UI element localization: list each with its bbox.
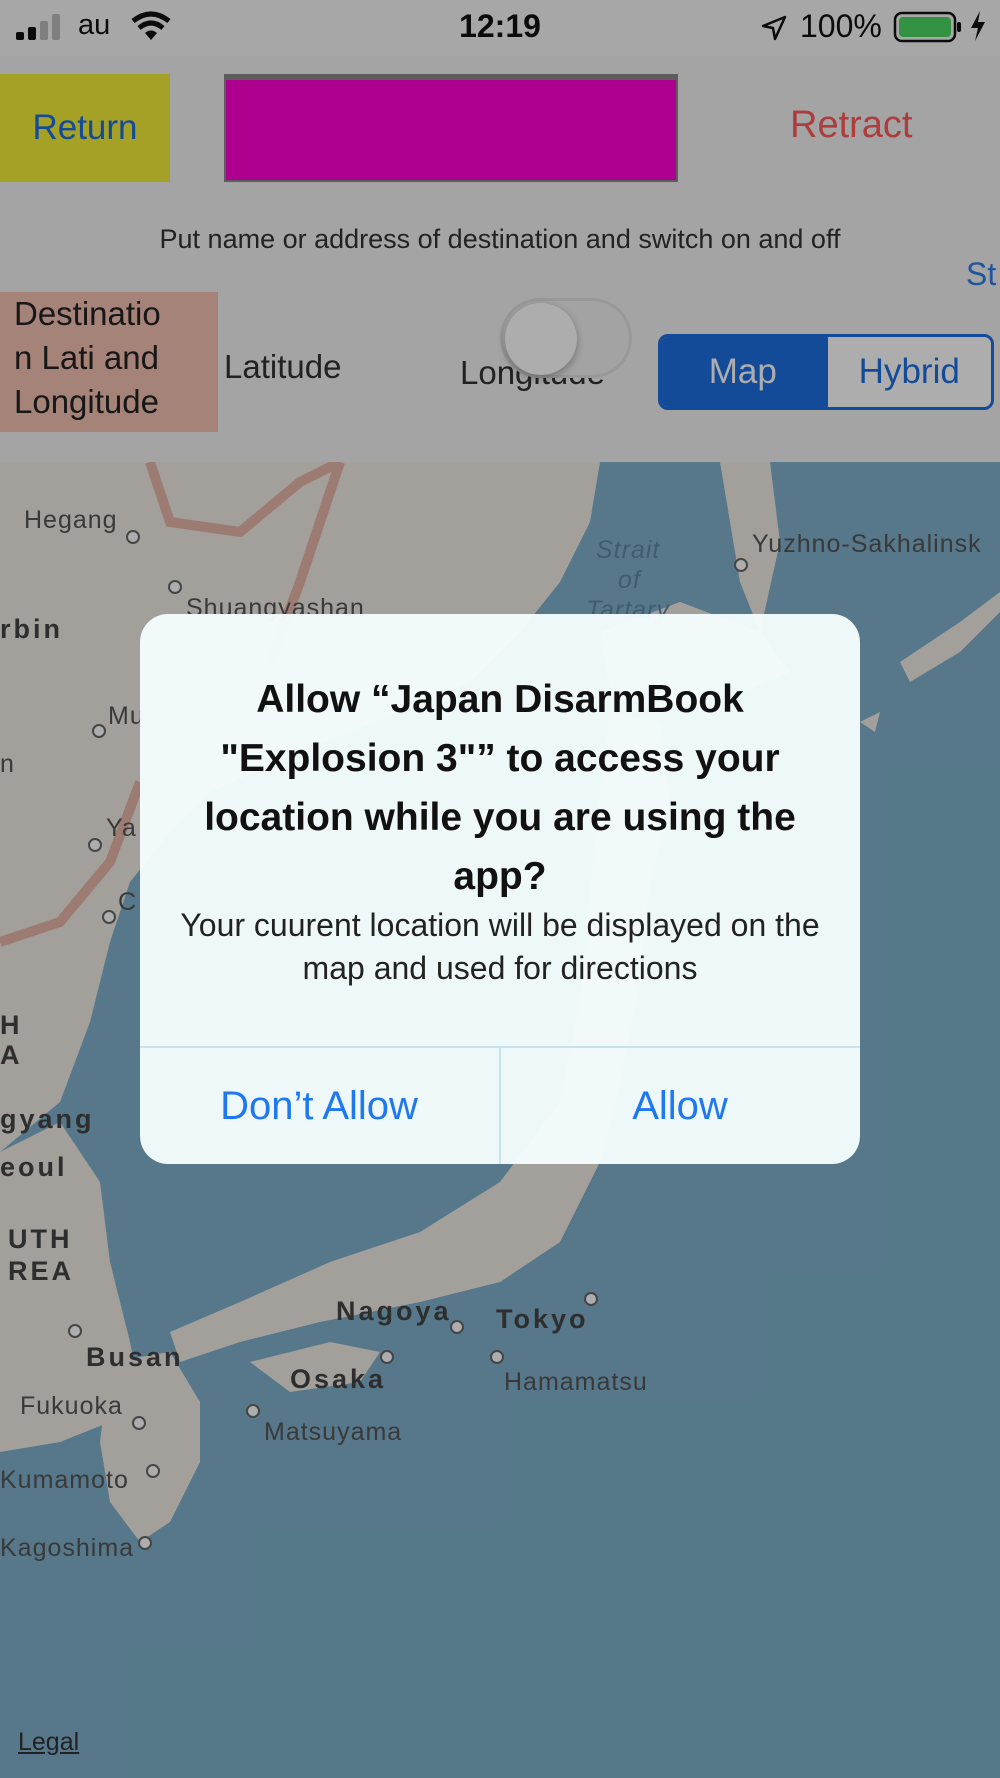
alert-title: Allow “Japan DisarmBook "Explosion 3"” t… [204,678,796,898]
allow-button[interactable]: Allow [501,1048,859,1164]
alert-message: Your cuurent location will be displayed … [180,907,820,986]
location-permission-alert: Allow “Japan DisarmBook "Explosion 3"” t… [140,614,860,1164]
dont-allow-button[interactable]: Don’t Allow [140,1048,498,1164]
